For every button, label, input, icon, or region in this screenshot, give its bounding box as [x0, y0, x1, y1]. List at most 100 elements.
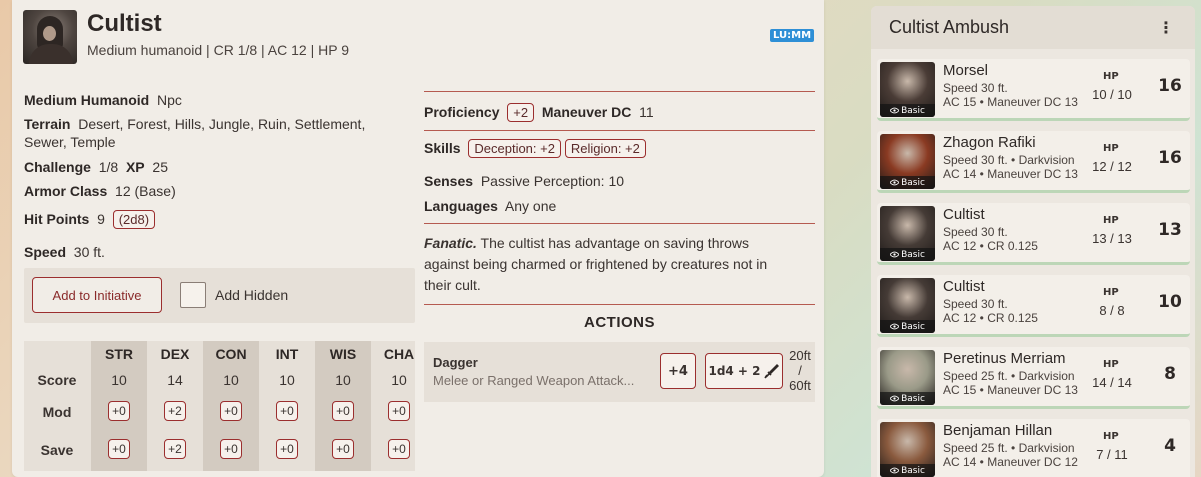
combatant-avatar[interactable]: Basic: [880, 134, 935, 189]
add-to-initiative-button[interactable]: Add to Initiative: [32, 277, 162, 313]
save-cha-button[interactable]: +0: [388, 439, 410, 459]
save-int-button[interactable]: +0: [276, 439, 298, 459]
mod-wis-button[interactable]: +0: [332, 401, 354, 421]
actions-heading: ACTIONS: [584, 314, 655, 331]
action-description[interactable]: Melee or Ranged Weapon Attack...: [433, 373, 634, 388]
combatant-hp[interactable]: 10 / 10: [1077, 87, 1147, 102]
combatant-initiative[interactable]: 16: [1153, 148, 1187, 168]
ability-header-cha: CHA: [383, 346, 415, 362]
combatant-avatar[interactable]: Basic: [880, 422, 935, 477]
proficiency-button[interactable]: +2: [507, 103, 535, 122]
dagger-icon: [763, 364, 779, 379]
combatant-avatar[interactable]: Basic: [880, 350, 935, 405]
save-con-button[interactable]: +0: [220, 439, 242, 459]
combatant-hp[interactable]: 8 / 8: [1077, 303, 1147, 318]
combatant-stats: AC 14 • Maneuver DC 13: [943, 167, 1078, 181]
type-row: Medium Humanoid Npc: [24, 92, 182, 108]
add-hidden-checkbox[interactable]: [180, 282, 206, 308]
trait-fanatic: Fanatic. The cultist has advantage on sa…: [424, 235, 768, 293]
combatant-row[interactable]: Basic Cultist Speed 30 ft. AC 12 • CR 0.…: [877, 275, 1190, 337]
hit-points-row: Hit Points 9 (2d8): [24, 210, 156, 229]
kebab-menu-icon[interactable]: ⋮: [1158, 18, 1174, 37]
ability-header-wis: WIS: [329, 346, 357, 362]
creature-name: Cultist: [87, 10, 162, 37]
save-dex-button[interactable]: +2: [164, 439, 186, 459]
combatant-row[interactable]: Basic Zhagon Rafiki Speed 30 ft. • Darkv…: [877, 131, 1190, 193]
score-cha: 10: [391, 372, 407, 388]
combatant-initiative[interactable]: 16: [1153, 76, 1187, 96]
hp-label: HP: [1103, 431, 1119, 442]
combatant-hp[interactable]: 14 / 14: [1077, 375, 1147, 390]
combatant-speed: Speed 30 ft.: [943, 225, 1008, 239]
combatant-stats: AC 12 • CR 0.125: [943, 311, 1038, 325]
languages-row: Languages Any one: [424, 198, 557, 214]
combatant-initiative[interactable]: 10: [1153, 292, 1187, 312]
mod-row-label: Mod: [42, 404, 72, 420]
skills-row: Skills Deception: +2 Religion: +2: [424, 139, 646, 158]
skill-deception-button[interactable]: Deception: +2: [468, 139, 561, 158]
skill-religion-button[interactable]: Religion: +2: [564, 139, 646, 158]
hp-dice-roll-button[interactable]: (2d8): [112, 210, 156, 229]
armor-class-row: Armor Class 12 (Base): [24, 183, 176, 199]
mod-int-button[interactable]: +0: [276, 401, 298, 421]
score-con: 10: [223, 372, 239, 388]
combatant-row[interactable]: Basic Peretinus Merriam Speed 25 ft. • D…: [877, 347, 1190, 409]
combatant-initiative[interactable]: 13: [1153, 220, 1187, 240]
combatant-avatar[interactable]: Basic: [880, 206, 935, 261]
encounter-title: Cultist Ambush: [889, 17, 1010, 37]
action-name: Dagger: [433, 355, 478, 370]
combatant-speed: Speed 25 ft. • Darkvision: [943, 441, 1075, 455]
proficiency-row: Proficiency +2 Maneuver DC 11: [424, 103, 654, 122]
hp-label: HP: [1103, 215, 1119, 226]
mod-cha-button[interactable]: +0: [388, 401, 410, 421]
ability-score-table: STR DEX CON INT WIS CHA Score Mod Save 1…: [24, 341, 415, 471]
source-badge[interactable]: LU:MM: [770, 29, 815, 42]
combatant-speed: Speed 25 ft. • Darkvision: [943, 369, 1075, 383]
ability-header-con: CON: [215, 346, 247, 362]
combatant-speed: Speed 30 ft.: [943, 297, 1008, 311]
mod-con-button[interactable]: +0: [220, 401, 242, 421]
creature-subtitle: Medium humanoid | CR 1/8 | AC 12 | HP 9: [87, 42, 350, 58]
save-row-label: Save: [40, 442, 74, 458]
basic-tag: Basic: [880, 320, 935, 333]
basic-tag: Basic: [880, 464, 935, 477]
statblock-card: Cultist Medium humanoid | CR 1/8 | AC 12…: [12, 0, 824, 477]
ability-header-int: INT: [275, 346, 299, 362]
hp-label: HP: [1103, 287, 1119, 298]
damage-roll-button[interactable]: 1d4 + 2: [705, 353, 783, 389]
combatant-avatar[interactable]: Basic: [880, 278, 935, 333]
combatant-hp[interactable]: 7 / 11: [1077, 447, 1147, 462]
action-dagger: Dagger Melee or Ranged Weapon Attack... …: [424, 342, 815, 402]
score-dex: 14: [167, 372, 183, 388]
encounter-header: Cultist Ambush ⋮: [871, 6, 1195, 49]
mod-str-button[interactable]: +0: [108, 401, 130, 421]
combatant-avatar[interactable]: Basic: [880, 62, 935, 117]
mod-dex-button[interactable]: +2: [164, 401, 186, 421]
attack-roll-button[interactable]: +4: [660, 353, 696, 389]
combatant-speed: Speed 30 ft. • Darkvision: [943, 153, 1075, 167]
cultist-portrait[interactable]: [23, 10, 77, 64]
combatant-row[interactable]: Basic Benjaman Hillan Speed 25 ft. • Dar…: [877, 419, 1190, 477]
score-int: 10: [279, 372, 295, 388]
combatant-row[interactable]: Basic Morsel Speed 30 ft. AC 15 • Maneuv…: [877, 59, 1190, 121]
save-wis-button[interactable]: +0: [332, 439, 354, 459]
eye-icon: [890, 179, 900, 186]
combatant-stats: AC 15 • Maneuver DC 13: [943, 383, 1078, 397]
senses-row: Senses Passive Perception: 10: [424, 173, 625, 189]
terrain-row: Terrain Desert, Forest, Hills, Jungle, R…: [24, 116, 366, 132]
challenge-row: Challenge 1/8 XP 25: [24, 159, 168, 175]
hp-label: HP: [1103, 71, 1119, 82]
combatant-hp[interactable]: 12 / 12: [1077, 159, 1147, 174]
save-str-button[interactable]: +0: [108, 439, 130, 459]
combatant-hp[interactable]: 13 / 13: [1077, 231, 1147, 246]
combatant-name: Cultist: [943, 206, 985, 223]
hp-label: HP: [1103, 359, 1119, 370]
combatant-initiative[interactable]: 8: [1153, 364, 1187, 384]
combatant-row[interactable]: Basic Cultist Speed 30 ft. AC 12 • CR 0.…: [877, 203, 1190, 265]
combatant-name: Cultist: [943, 278, 985, 295]
ability-header-str: STR: [105, 346, 133, 362]
score-wis: 10: [335, 372, 351, 388]
eye-icon: [890, 323, 900, 330]
eye-icon: [890, 395, 900, 402]
combatant-initiative[interactable]: 4: [1153, 436, 1187, 456]
